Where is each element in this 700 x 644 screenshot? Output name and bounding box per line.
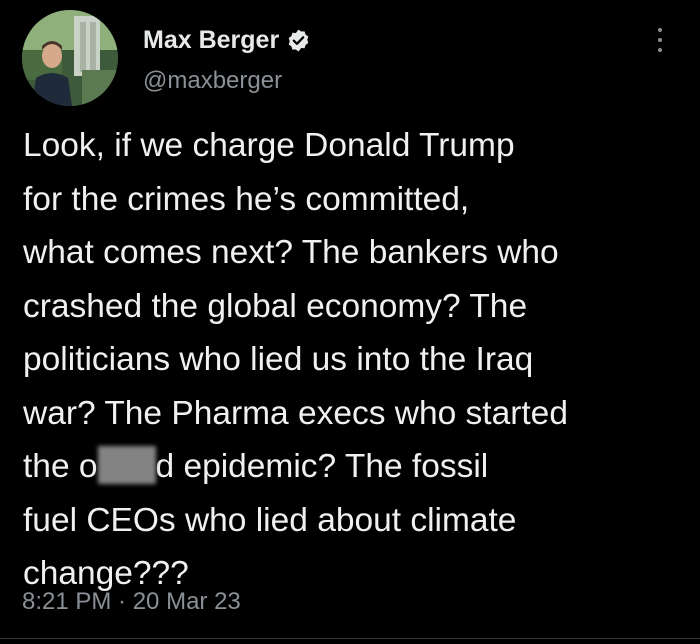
display-name[interactable]: Max Berger — [143, 26, 311, 55]
tweet-line: what comes next? The bankers who — [23, 234, 559, 271]
tweet-line: crashed the global economy? The — [23, 287, 528, 325]
tweet-line-redacted: the o d epidemic? The fossil — [23, 440, 693, 494]
redaction-blur — [97, 446, 156, 484]
tweet: Max Berger @maxberger Look, if we charge… — [0, 0, 700, 644]
tweet-text: Look, if we charge Donald Trump for the … — [23, 119, 693, 601]
tweet-line: war? The Pharma execs who started — [23, 394, 568, 432]
tweet-text-before-redaction: the o — [23, 448, 98, 485]
avatar-photo — [22, 10, 118, 106]
display-name-text: Max Berger — [143, 26, 280, 54]
more-options-icon[interactable] — [650, 24, 670, 56]
tweet-line: for the crimes he’s committed, — [23, 180, 470, 218]
tweet-text-after-redaction: d epidemic? The fossil — [155, 448, 489, 485]
avatar[interactable] — [22, 10, 118, 106]
tweet-line: Look, if we charge Donald Trump — [23, 127, 515, 164]
divider — [0, 638, 700, 639]
verified-badge-icon — [288, 29, 309, 52]
tweet-line: politicians who lied us into the Iraq — [23, 341, 534, 378]
tweet-line: fuel CEOs who lied about climate — [23, 501, 517, 539]
tweet-timestamp[interactable]: 8:21 PM · 20 Mar 23 — [22, 588, 241, 616]
user-handle[interactable]: @maxberger — [143, 67, 282, 95]
